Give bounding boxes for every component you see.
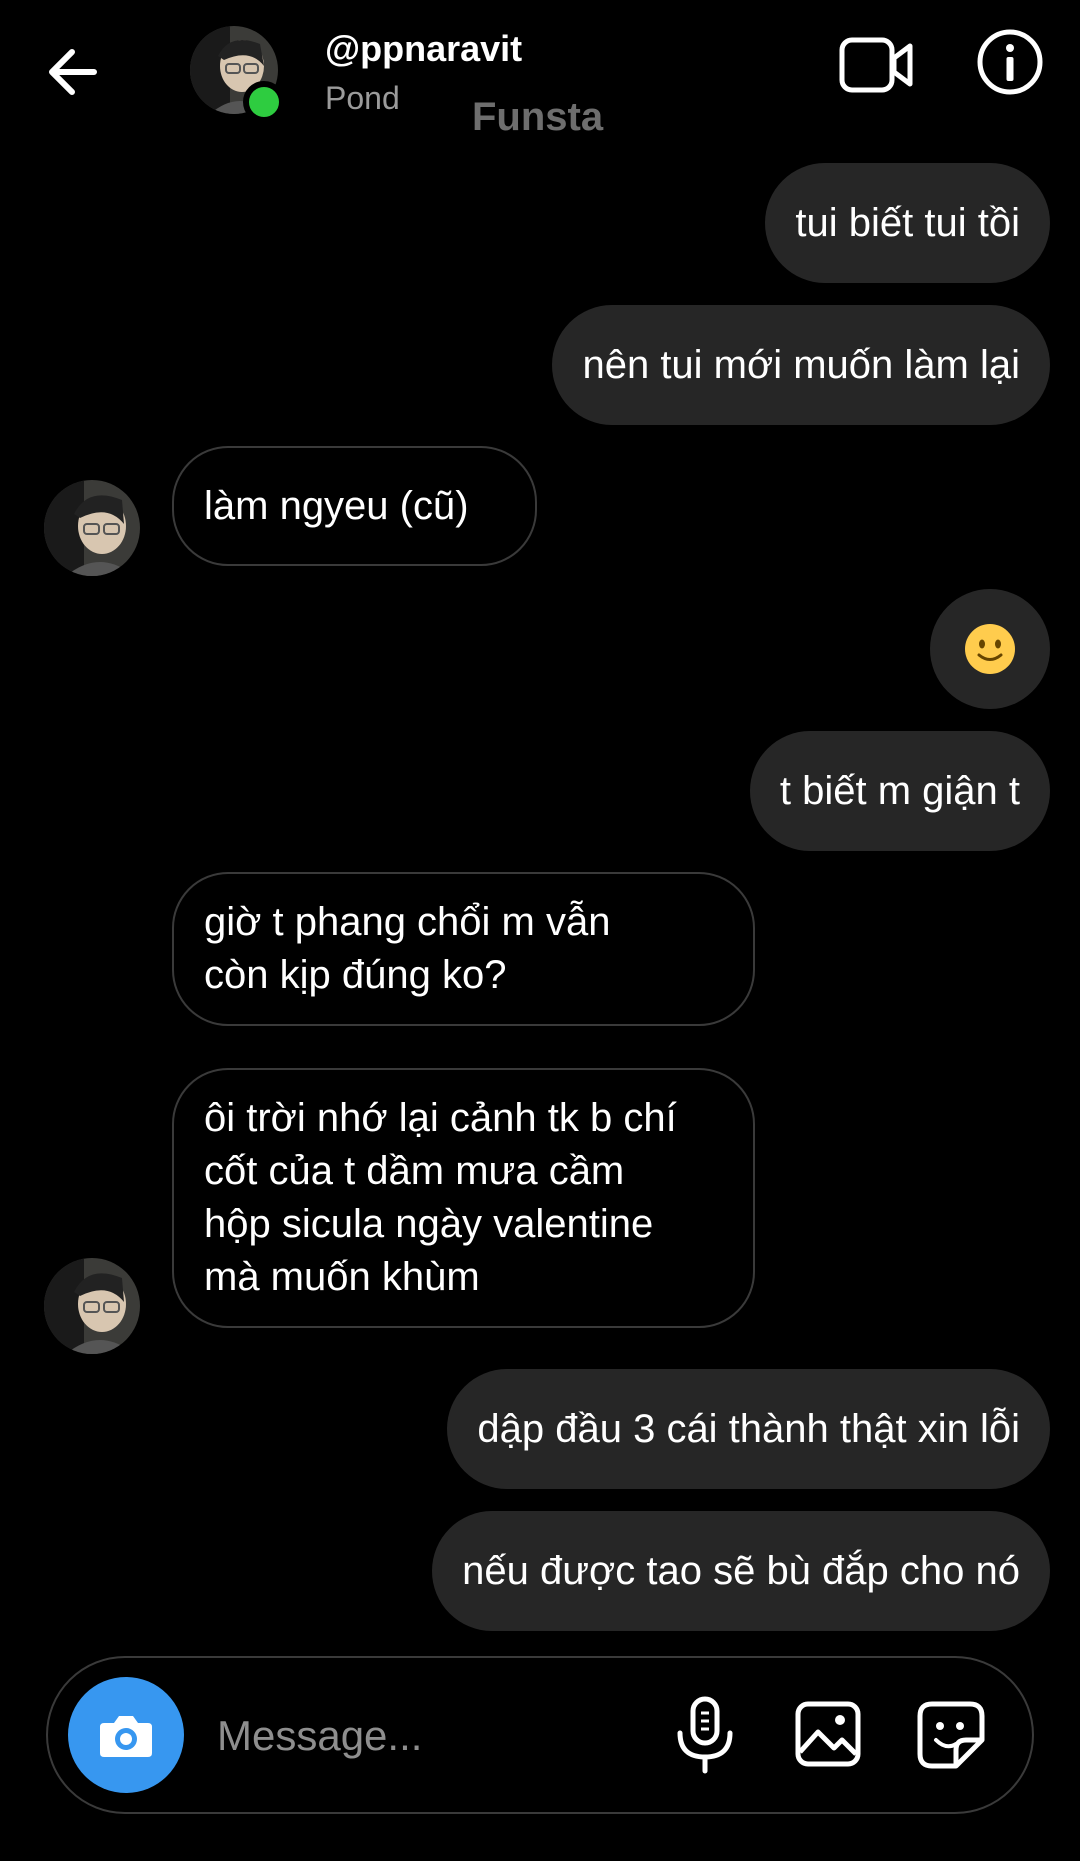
sender-avatar[interactable]	[44, 480, 140, 576]
camera-button[interactable]	[68, 1677, 184, 1793]
gallery-button[interactable]	[794, 1700, 862, 1768]
message-text-line: mà muốn khùm	[204, 1255, 480, 1299]
video-camera-icon	[839, 37, 913, 93]
message-bubble-incoming[interactable]: làm ngyeu (cũ)	[172, 446, 537, 566]
voice-message-button[interactable]	[672, 1695, 738, 1775]
sticker-button[interactable]	[916, 1700, 986, 1770]
back-button[interactable]	[44, 42, 104, 102]
message-input[interactable]	[215, 1705, 639, 1767]
profile-photo	[44, 480, 140, 576]
image-icon	[795, 1701, 861, 1767]
message-text-line: ôi trời nhớ lại cảnh tk b chí	[204, 1096, 677, 1140]
message-bubble-incoming[interactable]: ôi trời nhớ lại cảnh tk b chí cốt của t …	[172, 1068, 755, 1328]
message-bubble-outgoing[interactable]: tui biết tui tồi	[765, 163, 1050, 283]
message-bubble-outgoing[interactable]: t biết m giận t	[749, 731, 1050, 851]
camera-icon	[100, 1716, 152, 1757]
message-text: nên tui mới muốn làm lại	[582, 342, 1020, 387]
watermark-text: Funsta	[472, 95, 604, 139]
message-text: làm ngyeu (cũ)	[204, 483, 469, 528]
message-text-line: hộp sicula ngày valentine	[204, 1202, 654, 1246]
message-bubble-outgoing[interactable]: nên tui mới muốn làm lại	[552, 305, 1050, 425]
sticker-icon	[917, 1701, 985, 1769]
info-icon	[977, 29, 1043, 95]
profile-photo	[44, 1258, 140, 1354]
info-button[interactable]	[976, 28, 1044, 96]
message-bubble-outgoing[interactable]: dập đầu 3 cái thành thật xin lỗi	[447, 1369, 1050, 1489]
video-call-button[interactable]	[838, 34, 914, 96]
contact-username[interactable]: @ppnaravit	[325, 28, 522, 70]
message-text-line: cốt của t dầm mưa cầm	[204, 1149, 625, 1193]
sender-avatar[interactable]	[44, 1258, 140, 1354]
message-text-line: giờ t phang chổi m vẫn	[204, 900, 611, 944]
message-bubble-emoji[interactable]	[930, 589, 1050, 709]
message-text: tui biết tui tồi	[795, 200, 1020, 245]
message-text: t biết m giận t	[779, 768, 1020, 813]
online-status-indicator	[243, 81, 285, 123]
message-text-line: còn kịp đúng ko?	[204, 953, 507, 997]
arrow-left-icon	[49, 49, 97, 95]
microphone-icon	[677, 1696, 733, 1774]
message-text: dập đầu 3 cái thành thật xin lỗi	[477, 1406, 1020, 1451]
message-bubble-incoming[interactable]: giờ t phang chổi m vẫn còn kịp đúng ko?	[172, 872, 755, 1026]
message-text: nếu được tao sẽ bù đắp cho nó	[462, 1548, 1020, 1593]
contact-fullname: Pond	[325, 80, 400, 116]
slightly-smiling-face-icon	[965, 624, 1015, 674]
message-bubble-outgoing[interactable]: nếu được tao sẽ bù đắp cho nó	[432, 1511, 1050, 1631]
